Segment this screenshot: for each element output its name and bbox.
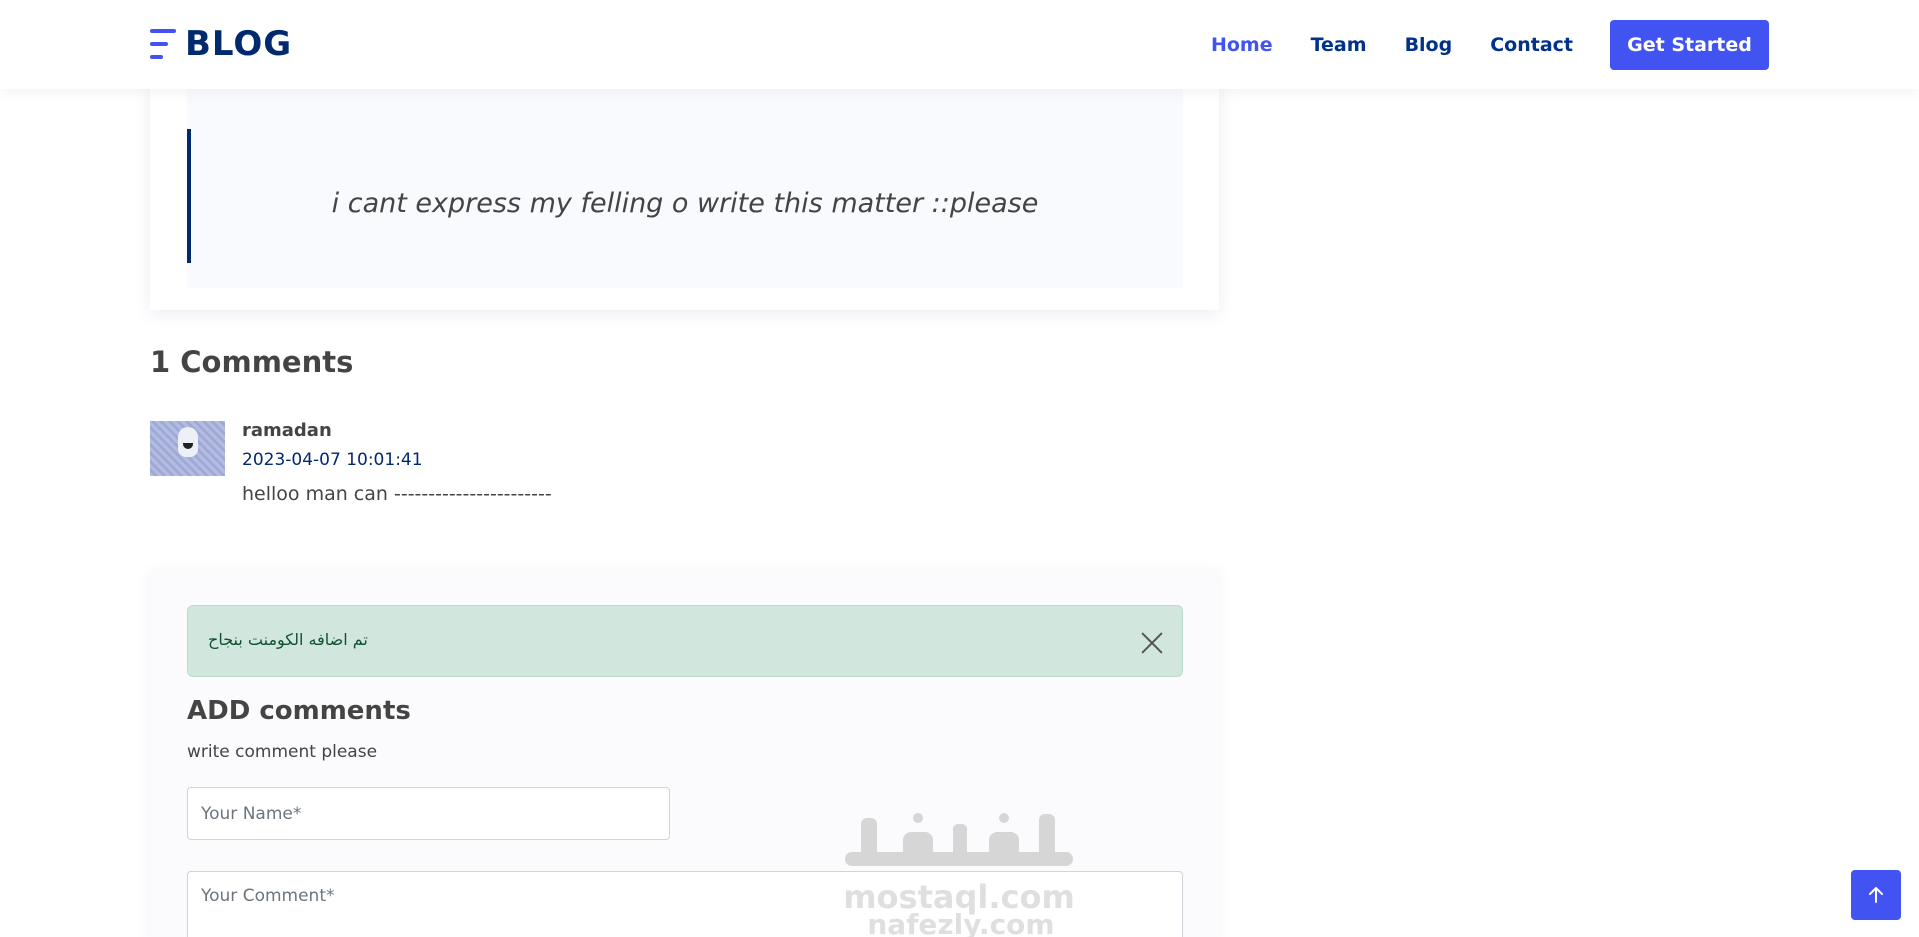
avatar <box>150 421 225 476</box>
post-blockquote: i cant express my felling o write this m… <box>187 80 1183 288</box>
nav-contact-link[interactable]: Contact <box>1490 34 1573 56</box>
get-started-button[interactable]: Get Started <box>1610 19 1769 70</box>
comment-author: ramadan <box>242 420 332 441</box>
menu-lines-icon <box>150 27 176 61</box>
comment-textarea[interactable] <box>187 871 1183 937</box>
blockquote-text: i cant express my felling o write this m… <box>331 188 1039 219</box>
site-header: BLOG Home Team Blog Contact Get Started <box>0 0 1919 89</box>
main-nav: Home Team Blog Contact Get Started <box>1173 0 1769 89</box>
close-icon[interactable] <box>1140 630 1164 654</box>
success-alert: تم اضافه الكومنت بنجاح <box>187 605 1183 677</box>
arrow-up-icon <box>1869 887 1883 903</box>
comment-text: helloo man can ----------------------- <box>242 483 552 505</box>
logo-text: BLOG <box>185 24 293 64</box>
site-logo[interactable]: BLOG <box>150 24 292 64</box>
comments-count-title: 1 Comments <box>150 345 354 379</box>
nav-home-link[interactable]: Home <box>1211 34 1273 56</box>
alert-message: تم اضافه الكومنت بنجاح <box>208 630 368 649</box>
nav-team-link[interactable]: Team <box>1311 34 1367 56</box>
avatar-face-image <box>178 427 198 457</box>
add-comment-form: تم اضافه الكومنت بنجاح ADD comments writ… <box>150 568 1219 937</box>
nav-blog-link[interactable]: Blog <box>1405 34 1453 56</box>
form-title: ADD comments <box>187 696 411 726</box>
comment-date: 2023-04-07 10:01:41 <box>242 450 423 470</box>
back-to-top-button[interactable] <box>1851 870 1901 920</box>
form-subtitle: write comment please <box>187 742 378 762</box>
name-input[interactable] <box>187 787 670 840</box>
